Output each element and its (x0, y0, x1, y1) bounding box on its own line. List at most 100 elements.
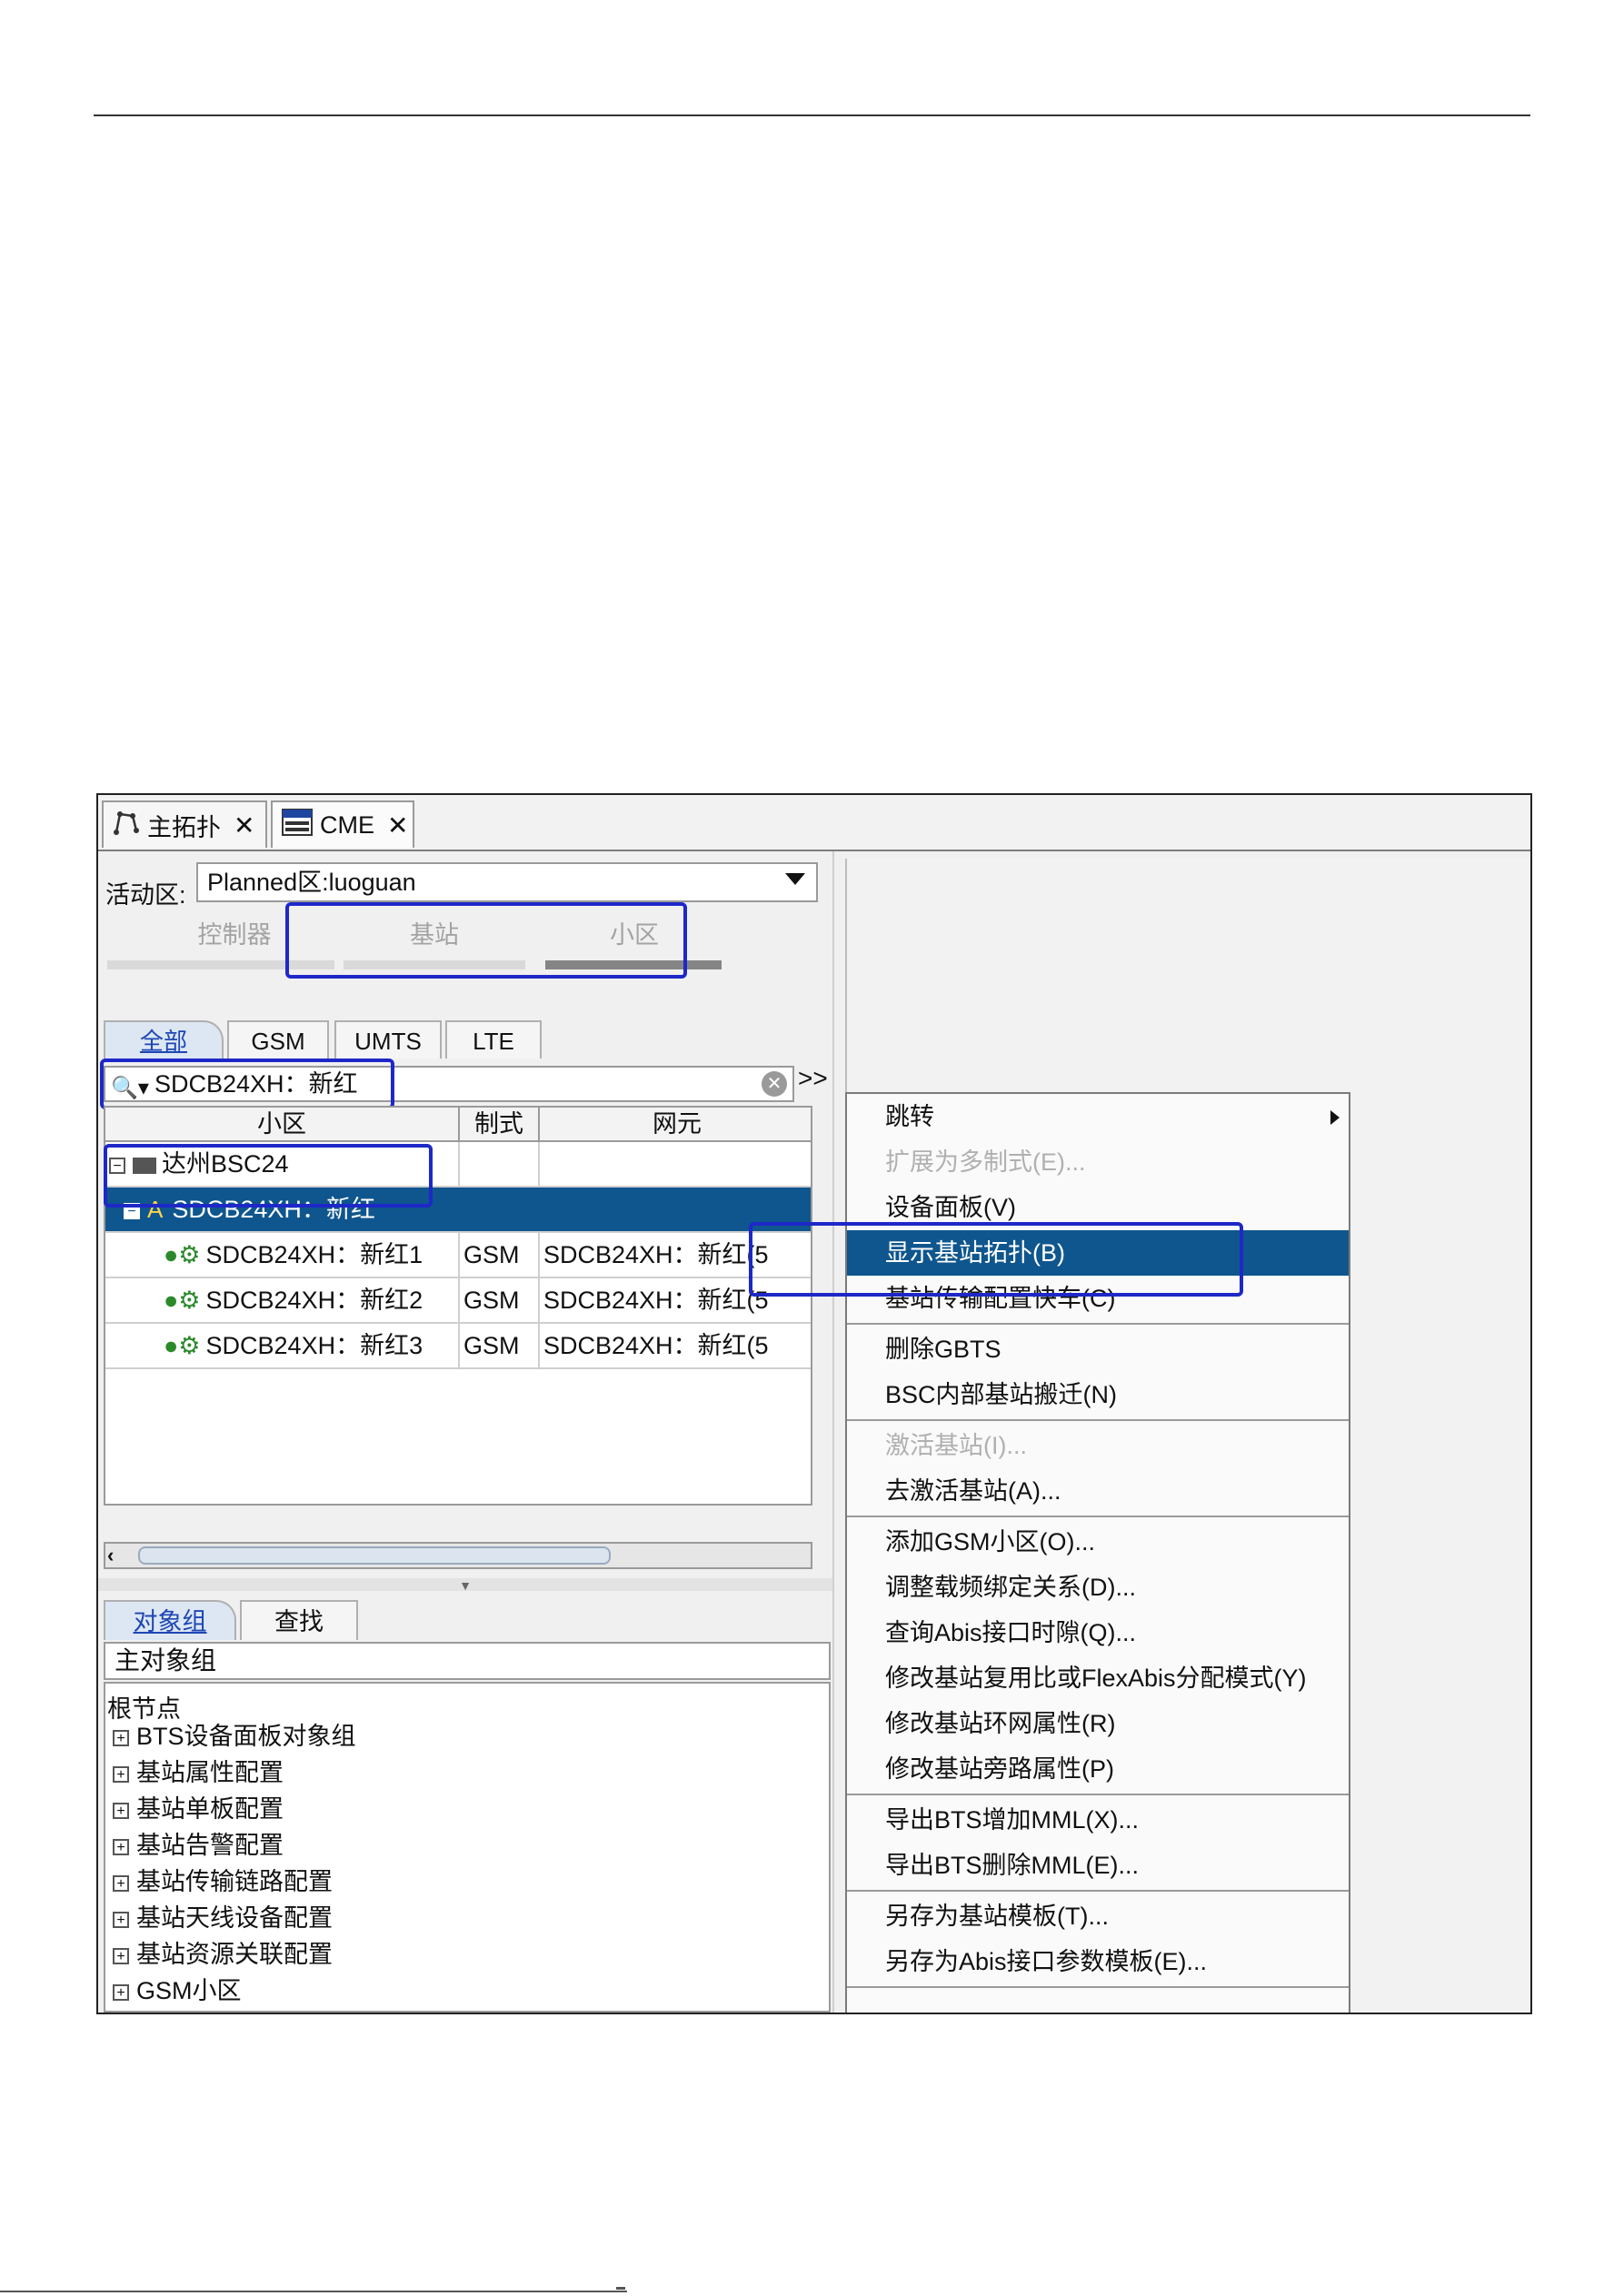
tree-item[interactable]: + 基站属性配置 (113, 1756, 284, 1789)
tree-item[interactable]: + BTS设备面板对象组 (113, 1720, 356, 1753)
horizontal-scrollbar[interactable]: ‹ (104, 1542, 812, 1569)
tab-search[interactable]: 查找 (240, 1600, 358, 1640)
tree-item[interactable]: + 基站天线设备配置 (113, 1902, 333, 1934)
row-ne: SDCB24XH：新红(5 (543, 1332, 769, 1359)
scrollbar-thumb[interactable] (138, 1546, 611, 1565)
subtab-all[interactable]: 全部 (104, 1020, 224, 1059)
chevron-down-icon[interactable] (785, 873, 805, 885)
close-icon[interactable]: ✕ (234, 810, 254, 840)
topology-icon (113, 809, 140, 842)
menu-separator (847, 1794, 1349, 1795)
tree-item[interactable]: + 基站单板配置 (113, 1793, 284, 1825)
more-button[interactable]: >> (798, 1064, 828, 1093)
menu-separator (847, 1419, 1349, 1421)
tree-label: 基站单板配置 (136, 1795, 284, 1823)
menu-item-save-bts-template[interactable]: 另存为基站模板(T)... (847, 1893, 1349, 1939)
tree-item[interactable]: + 基站传输链路配置 (113, 1865, 333, 1898)
menu-separator (847, 1986, 1349, 1988)
highlight-box (285, 902, 687, 979)
menu-item-query-abis[interactable]: 查询Abis接口时隙(Q)... (847, 1610, 1349, 1655)
expand-icon[interactable]: + (113, 1838, 129, 1855)
menu-item-adjust-trx[interactable]: 调整载频绑定关系(D)... (847, 1565, 1349, 1610)
menu-item-delete-gbts[interactable]: 删除GBTS (847, 1327, 1349, 1372)
cell-icon: ●⚙ (164, 1287, 201, 1314)
menu-item-modify-bypass[interactable]: 修改基站旁路属性(P) (847, 1746, 1349, 1792)
tree-label: 基站属性配置 (136, 1759, 284, 1786)
menu-item-add-gsm-cell[interactable]: 添加GSM小区(O)... (847, 1519, 1349, 1565)
column-header[interactable]: 小区 (105, 1108, 460, 1140)
clear-icon[interactable]: ✕ (762, 1071, 787, 1097)
menu-separator (847, 1323, 1349, 1325)
highlight-box (100, 1059, 394, 1109)
active-area-select[interactable]: Planned区:luoguan (196, 862, 818, 902)
tree-label: 基站天线设备配置 (136, 1904, 333, 1932)
expand-icon[interactable]: + (113, 1874, 129, 1892)
left-panel: 活动区: Planned区:luoguan 控制器 基站 小区 全部 GSM U… (98, 851, 834, 2013)
tree-label: 基站传输链路配置 (136, 1868, 333, 1895)
page-top-rule (94, 114, 1530, 116)
row-type: GSM (460, 1324, 540, 1367)
chevron-right-icon (1330, 1110, 1340, 1125)
column-header[interactable]: 制式 (460, 1108, 540, 1140)
table-header: 小区 制式 网元 (105, 1108, 811, 1142)
cme-window: 主拓扑 ✕ CME ✕ 活动区: Planned区:luoguan 控制器 基站… (96, 793, 1532, 2014)
highlight-box (104, 1144, 433, 1208)
tree-label: BTS设备面板对象组 (136, 1723, 356, 1750)
subtab-gsm[interactable]: GSM (227, 1020, 329, 1059)
expand-icon[interactable]: + (113, 1802, 129, 1819)
expand-icon[interactable]: + (113, 1983, 129, 2001)
tree-label: GSM小区 (136, 1977, 242, 2004)
menu-item-save-abis-template[interactable]: 另存为Abis接口参数模板(E)... (847, 1939, 1349, 1984)
panel-splitter[interactable]: ▼ (98, 1578, 832, 1593)
table-row[interactable]: ●⚙ SDCB24XH：新红3 GSM SDCB24XH：新红(5 (105, 1324, 811, 1369)
menu-item-bsc-relocate[interactable]: BSC内部基站搬迁(N) (847, 1372, 1349, 1417)
close-icon[interactable]: ✕ (387, 810, 408, 840)
tree-label: 基站资源关联配置 (136, 1941, 333, 1968)
highlight-box (749, 1222, 1243, 1297)
menu-separator (847, 1516, 1349, 1517)
table-row[interactable]: ●⚙ SDCB24XH：新红1 GSM SDCB24XH：新红(5 (105, 1233, 811, 1278)
tab-label: 主拓扑 (147, 813, 221, 841)
menu-item-modify-ring[interactable]: 修改基站环网属性(R) (847, 1701, 1349, 1746)
page-bottom-mark (616, 2287, 625, 2290)
expand-icon[interactable]: + (113, 1765, 129, 1783)
tree-item[interactable]: + GSM小区 (113, 1974, 242, 2007)
column-header[interactable]: 网元 (540, 1108, 811, 1140)
menu-separator (847, 1890, 1349, 1892)
menu-item-export-delete-mml[interactable]: 导出BTS删除MML(E)... (847, 1843, 1349, 1888)
menu-item-activate[interactable]: 激活基站(I)... (847, 1423, 1349, 1468)
row-type: GSM (460, 1233, 540, 1277)
object-group-value: 主对象组 (115, 1646, 217, 1675)
menu-item-jump[interactable]: 跳转 (847, 1094, 1349, 1139)
menu-item-export-add-mml[interactable]: 导出BTS增加MML(X)... (847, 1797, 1349, 1843)
tree-item[interactable]: + 基站告警配置 (113, 1829, 284, 1862)
subtab-umts[interactable]: UMTS (334, 1020, 442, 1059)
tab-cme[interactable]: CME ✕ (271, 800, 414, 848)
row-type: GSM (460, 1278, 540, 1322)
tree-label: 基站告警配置 (136, 1832, 284, 1859)
row-name: SDCB24XH：新红3 (205, 1332, 423, 1359)
table-row[interactable]: ●⚙ SDCB24XH：新红2 GSM SDCB24XH：新红(5 (105, 1278, 811, 1324)
page-bottom-rule (0, 2291, 627, 2292)
menu-item-deactivate[interactable]: 去激活基站(A)... (847, 1468, 1349, 1514)
object-group-select[interactable]: 主对象组 (104, 1642, 831, 1680)
document-tabbar: 主拓扑 ✕ CME ✕ (98, 795, 1530, 851)
row-name: SDCB24XH：新红1 (205, 1241, 423, 1268)
active-area-label: 活动区: (105, 881, 186, 909)
subtab-lte[interactable]: LTE (445, 1020, 542, 1059)
menu-item-extend-multimode[interactable]: 扩展为多制式(E)... (847, 1139, 1349, 1185)
scroll-left-icon[interactable]: ‹ (107, 1544, 114, 1567)
tab-label: CME (320, 810, 374, 839)
menu-item-modify-flexabis[interactable]: 修改基站复用比或FlexAbis分配模式(Y) (847, 1655, 1349, 1701)
cme-icon (282, 808, 313, 842)
expand-icon[interactable]: + (113, 1911, 129, 1928)
object-tree: 根节点 + BTS设备面板对象组 + 基站属性配置 + 基站单板配置 + 基站告警配置 … (104, 1682, 831, 2013)
tab-object-group[interactable]: 对象组 (104, 1600, 236, 1640)
expand-icon[interactable]: + (113, 1729, 129, 1746)
tree-item[interactable]: + 基站资源关联配置 (113, 1938, 333, 1971)
cell-icon: ●⚙ (164, 1241, 201, 1268)
tab-main-topology[interactable]: 主拓扑 ✕ (102, 800, 267, 848)
active-area-value: Planned区:luoguan (207, 869, 416, 896)
cell-icon: ●⚙ (164, 1332, 201, 1359)
expand-icon[interactable]: + (113, 1947, 129, 1964)
